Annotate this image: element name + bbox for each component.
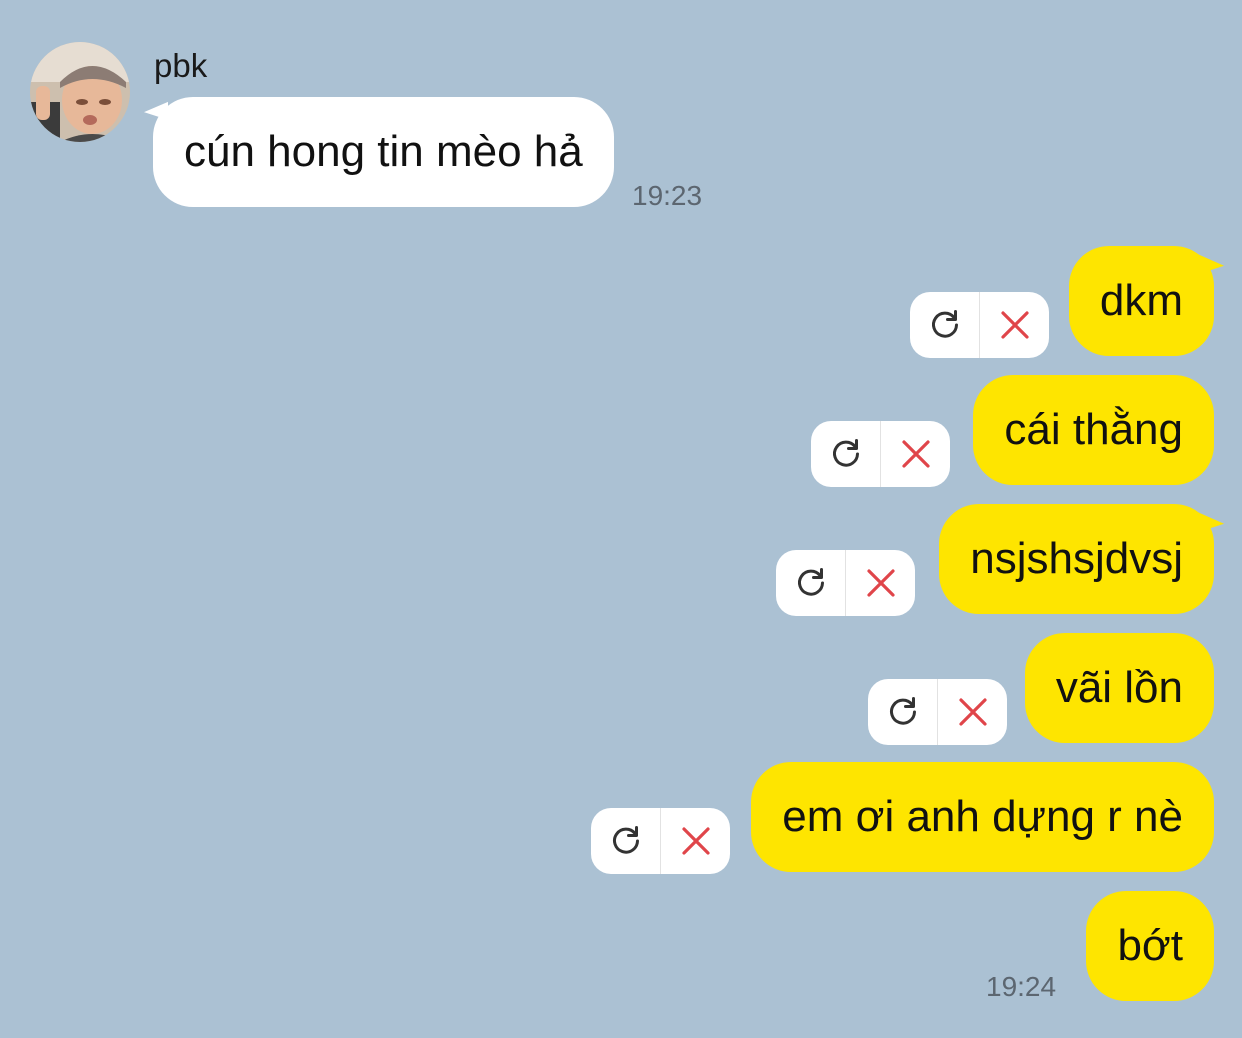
retry-button[interactable] [776,550,845,616]
failed-message-actions [811,421,950,487]
sender-name: pbk [154,47,208,84]
close-icon [1000,311,1029,339]
failed-message-actions [776,550,915,616]
retry-button[interactable] [910,292,979,358]
incoming-timestamp: 19:23 [632,180,703,211]
outgoing-message-bubble[interactable]: bớt [1086,891,1214,1001]
close-icon [958,698,987,726]
delete-button[interactable] [661,808,730,874]
failed-message-actions [910,292,1049,358]
close-icon [901,440,930,468]
outgoing-message-bubble[interactable]: em ơi anh dựng r nè [751,762,1214,872]
delete-button[interactable] [938,679,1007,745]
retry-button[interactable] [811,421,880,487]
outgoing-message-bubble[interactable]: cái thằng [973,375,1214,485]
outgoing-message-bubble[interactable]: dkm [1068,246,1214,356]
close-icon [866,569,895,597]
retry-icon [889,697,916,725]
retry-icon [931,310,958,338]
retry-icon [797,568,824,596]
delete-button[interactable] [881,421,950,487]
failed-message-actions [591,808,730,874]
retry-button[interactable] [868,679,937,745]
retry-button[interactable] [591,808,660,874]
avatar[interactable] [30,42,130,142]
incoming-message-bubble[interactable]: cún hong tin mèo hả [153,97,614,207]
delete-button[interactable] [980,292,1049,358]
delete-button[interactable] [846,550,915,616]
retry-icon [832,439,859,467]
outgoing-timestamp: 19:24 [986,971,1057,1002]
outgoing-message-bubble[interactable]: nsjshsjdvsj [939,504,1214,614]
close-icon [681,827,710,855]
outgoing-message-bubble[interactable]: vãi lồn [1024,633,1214,743]
failed-message-actions [868,679,1007,745]
retry-icon [612,826,639,854]
